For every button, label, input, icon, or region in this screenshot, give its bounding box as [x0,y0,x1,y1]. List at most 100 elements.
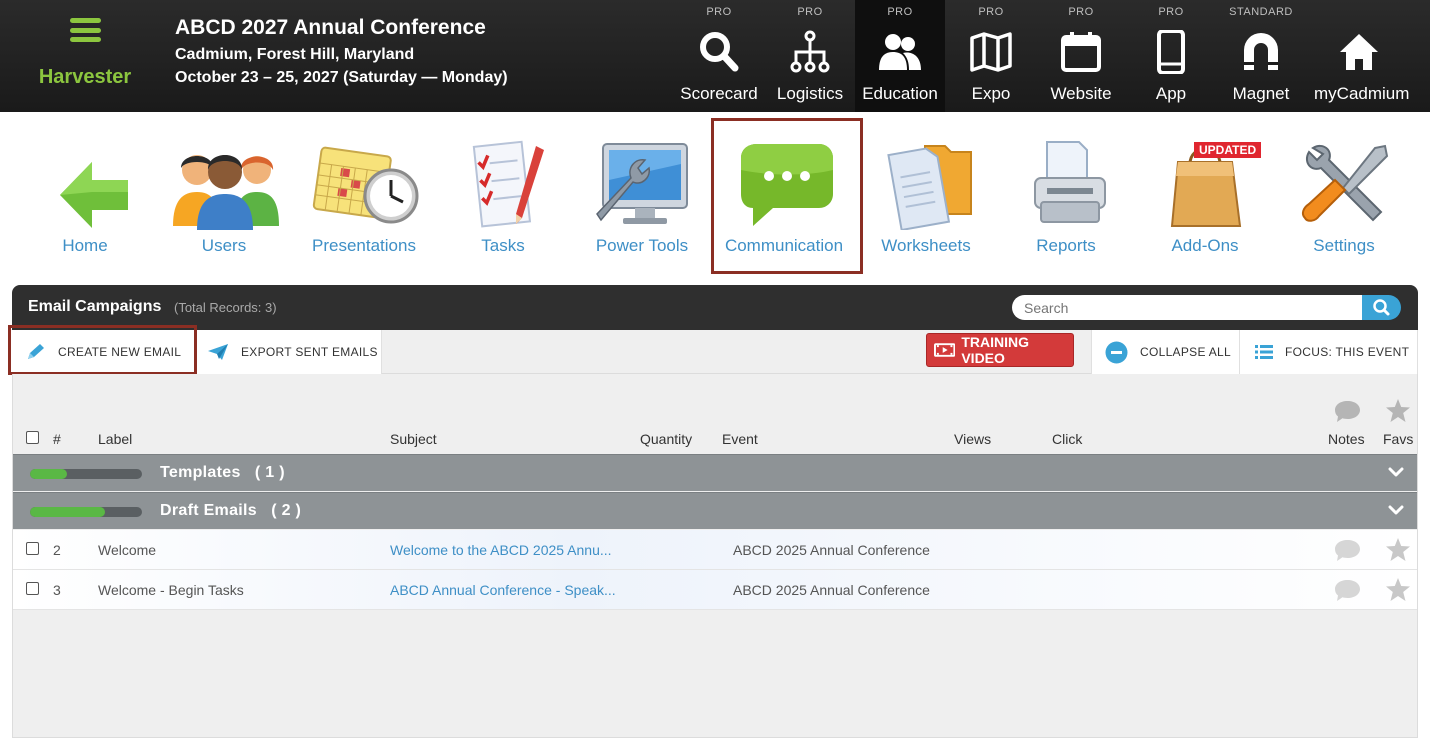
topnav-mycadmium[interactable]: myCadmium [1314,0,1409,112]
star-icon[interactable] [1385,577,1411,602]
group-templates[interactable]: Templates ( 1 ) [13,454,1417,491]
hamburger-menu-icon[interactable] [70,18,101,42]
module-add-ons[interactable]: Add-Ons [1140,140,1270,260]
module-label: Home [62,236,108,255]
monitor-wrench-icon [596,143,688,224]
chevron-down-icon[interactable] [1388,466,1404,478]
topnav-label: Magnet [1232,84,1290,103]
module-power-tools[interactable]: Power Tools [577,140,707,260]
topnav-label: Logistics [776,84,844,103]
collapse-all-button[interactable]: COLLAPSE ALL [1091,330,1240,374]
row-subject-link[interactable]: ABCD Annual Conference - Speak... [390,582,616,598]
search-input[interactable] [1012,295,1362,320]
col-subject[interactable]: Subject [390,431,437,447]
notes-icon[interactable] [1334,539,1361,562]
module-users[interactable]: Users [159,140,289,260]
module-home[interactable]: Home [20,140,150,260]
phone-icon [1157,30,1185,74]
module-tasks[interactable]: Tasks [438,140,568,260]
favs-header-icon [1386,399,1410,422]
row-subject-link[interactable]: Welcome to the ABCD 2025 Annu... [390,542,612,558]
updated-badge: UPDATED [1194,142,1262,158]
toolbar: CREATE NEW EMAIL EXPORT SENT EMAILS TRAI… [12,330,1418,374]
calendar-clock-icon [312,146,419,224]
panel-title: Email Campaigns [28,298,162,315]
focus-this-event-label: FOCUS: THIS EVENT [1285,345,1410,359]
row-checkbox[interactable] [26,582,39,595]
module-presentations[interactable]: Presentations [299,140,429,260]
col-event[interactable]: Event [722,431,758,447]
event-location: Cadmium, Forest Hill, Maryland [175,46,415,63]
topnav-magnet[interactable]: STANDARD Magnet [1216,0,1306,112]
col-click-through[interactable]: Click [1052,431,1082,447]
export-sent-emails-label: EXPORT SENT EMAILS [241,345,378,359]
module-label: Tasks [481,236,525,255]
group-draft-emails[interactable]: Draft Emails ( 2 ) [13,492,1417,529]
col-label[interactable]: Label [98,431,132,447]
event-dates: October 23 – 25, 2027 (Saturday — Monday… [175,69,508,86]
org-chart-icon [790,30,830,73]
event-title: ABCD 2027 Annual Conference [175,16,486,39]
col-favs[interactable]: Favs [1383,431,1413,447]
brand[interactable]: Harvester [0,0,170,112]
list-icon [1255,345,1273,359]
row-checkbox[interactable] [26,542,39,555]
brand-name: Harvester [38,66,132,88]
topnav-label: Education [862,84,938,103]
group-progress-bar [30,507,142,517]
tier-label: PRO [1068,6,1094,18]
printer-icon [1034,141,1106,223]
module-label: Users [201,236,247,255]
search-button[interactable] [1362,295,1401,320]
col-number[interactable]: # [53,431,61,447]
minus-circle-icon [1105,341,1128,363]
group-progress-bar [30,469,142,479]
group-label: Templates ( 1 ) [160,464,285,481]
tier-label: PRO [1158,6,1184,18]
module-label: Power Tools [595,236,689,255]
col-notes[interactable]: Notes [1328,431,1365,447]
module-worksheets[interactable]: Worksheets [861,140,991,260]
create-email-highlight [8,325,197,375]
calendar-icon [1061,32,1101,72]
paper-plane-icon [208,344,228,360]
col-quantity[interactable]: Quantity [640,431,692,447]
module-reports[interactable]: Reports [1001,140,1131,260]
training-video-button[interactable]: TRAINING VIDEO [926,333,1074,367]
tier-label: PRO [797,6,823,18]
select-all-checkbox[interactable] [26,431,39,444]
col-views[interactable]: Views [954,431,991,447]
topnav-label: Expo [971,84,1011,103]
tools-icon [1301,144,1389,222]
module-label: Add-Ons [1171,236,1239,255]
chevron-down-icon[interactable] [1388,504,1404,516]
panel-header: Email Campaigns (Total Records: 3) [12,285,1418,330]
row-number: 2 [53,542,61,558]
checklist-icon [472,140,544,228]
users-icon [879,34,921,70]
selected-module-highlight [711,118,863,274]
tier-label: PRO [706,6,732,18]
star-icon[interactable] [1385,537,1411,562]
topnav-logistics[interactable]: PRO Logistics [765,0,855,112]
record-count: (Total Records: 3) [174,300,277,315]
folders-icon [887,145,972,230]
table-row[interactable]: 3 Welcome - Begin Tasks ABCD Annual Conf… [13,570,1417,610]
back-arrow-icon [60,162,128,228]
focus-this-event-button[interactable]: FOCUS: THIS EVENT [1240,330,1418,374]
module-settings[interactable]: Settings [1279,140,1409,260]
module-label: Settings [1313,236,1375,255]
topnav-website[interactable]: PRO Website [1036,0,1126,112]
email-campaigns-table: # Label Subject Quantity Event Views Cli… [12,374,1418,738]
event-info: ABCD 2027 Annual Conference Cadmium, For… [175,16,508,92]
topnav-scorecard[interactable]: PRO Scorecard [674,0,764,112]
table-row[interactable]: 2 Welcome Welcome to the ABCD 2025 Annu.… [13,530,1417,570]
notes-icon[interactable] [1334,579,1361,602]
module-label: Presentations [312,236,416,255]
topnav-app[interactable]: PRO App [1126,0,1216,112]
topnav-education[interactable]: PRO Education [855,0,945,112]
row-event: ABCD 2025 Annual Conference [733,542,930,558]
export-sent-emails-button[interactable]: EXPORT SENT EMAILS [195,330,382,374]
topnav-expo[interactable]: PRO Expo [946,0,1036,112]
top-header: Harvester ABCD 2027 Annual Conference Ca… [0,0,1430,112]
